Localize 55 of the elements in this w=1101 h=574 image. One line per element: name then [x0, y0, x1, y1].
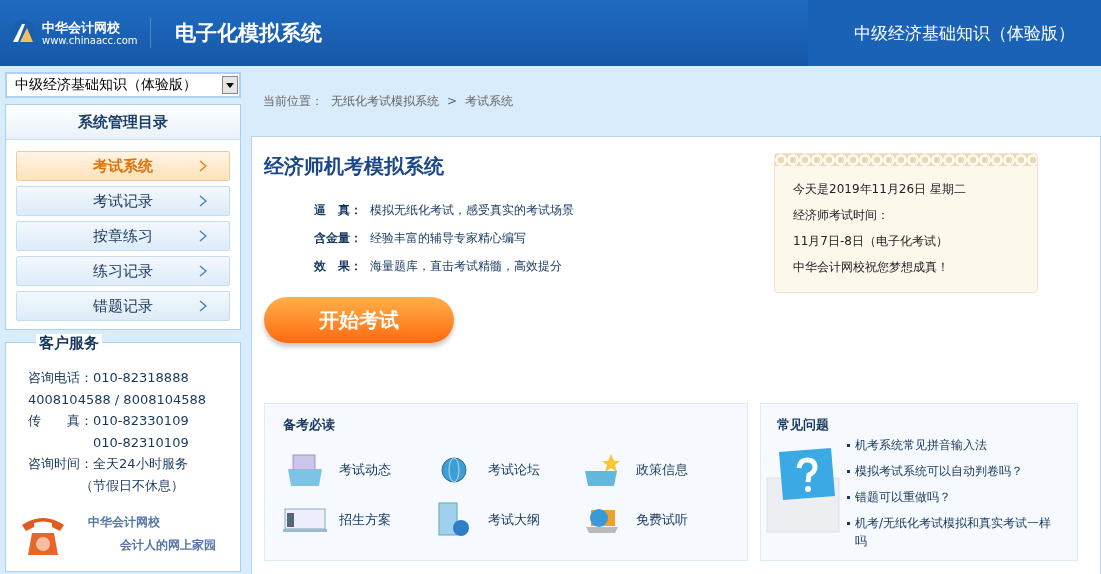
- reading-title: 备考必读: [283, 416, 336, 434]
- school-name: 中华会计网校: [88, 513, 161, 531]
- logo-url: www.chinaacc.com: [42, 34, 138, 47]
- slogan: 会计人的网上家园: [119, 536, 216, 554]
- service-title: 客户服务: [36, 334, 102, 353]
- certificate-icon: [283, 505, 327, 535]
- chevron-right-icon: [199, 265, 207, 277]
- bullet-icon: [847, 496, 850, 499]
- chevron-right-icon: [199, 160, 207, 172]
- feature-label: 含金量：: [314, 230, 363, 247]
- feature-text: 海量题库，直击考试精髓，高效提分: [370, 258, 562, 275]
- breadcrumb-label: 当前位置：: [263, 92, 323, 110]
- contact-line: （节假日不休息）: [79, 476, 185, 495]
- subject-title: 中级经济基础知识（体验版）: [808, 0, 1101, 66]
- logo-name: 中华会计网校: [42, 19, 121, 35]
- chevron-right-icon: [199, 230, 207, 242]
- contact-line: 传 真：010-82330109: [28, 412, 190, 431]
- bullet-icon: [847, 522, 850, 525]
- contact-line: 咨询时间：全天24小时服务: [28, 455, 189, 474]
- reading-link[interactable]: 考试动态: [339, 461, 391, 479]
- chevron-right-icon: [199, 195, 207, 207]
- feature-label: 逼 真：: [314, 202, 363, 219]
- notice-line: 经济师考试时间：: [793, 207, 890, 224]
- notice-line: 11月7日-8日（电子化考试）: [793, 233, 949, 250]
- feature-label: 效 果：: [314, 258, 363, 275]
- subject-select[interactable]: 中级经济基础知识（体验版）: [5, 72, 241, 98]
- bullet-icon: [847, 470, 850, 473]
- notice-line: 中华会计网校祝您梦想成真！: [793, 259, 950, 276]
- feature-text: 模拟无纸化考试，感受真实的考试场景: [370, 202, 574, 219]
- reading-link[interactable]: 招生方案: [339, 511, 391, 529]
- menu-item[interactable]: 错题记录: [16, 291, 230, 321]
- contact-line: 010-82310109: [92, 433, 190, 452]
- faq-link[interactable]: 模拟考试系统可以自动判卷吗？: [855, 462, 1023, 480]
- reading-link[interactable]: 考试大纲: [487, 511, 540, 529]
- chevron-right-icon: [199, 300, 207, 312]
- menu-item[interactable]: 练习记录: [16, 256, 230, 286]
- menu-item[interactable]: 考试记录: [16, 186, 230, 216]
- reading-link[interactable]: 考试论坛: [487, 461, 540, 479]
- system-title: 电子化模拟系统: [175, 20, 323, 47]
- reading-link[interactable]: 免费试听: [636, 511, 689, 529]
- contact-line: 咨询电话：010-82318888: [28, 369, 190, 387]
- page-title: 经济师机考模拟系统: [264, 153, 445, 180]
- faq-link[interactable]: 机考/无纸化考试模拟和真实考试一样吗: [855, 514, 1061, 550]
- faq-title: 常见问题: [777, 416, 830, 434]
- breadcrumb-link[interactable]: 考试系统: [465, 92, 514, 110]
- breadcrumb-link[interactable]: 无纸化考试模拟系统: [331, 92, 439, 110]
- bullet-icon: [847, 444, 850, 447]
- breadcrumb-separator: >: [447, 94, 458, 108]
- menu-item[interactable]: 按章练习: [16, 221, 230, 251]
- feature-text: 经验丰富的辅导专家精心编写: [370, 230, 526, 247]
- faq-link[interactable]: 错题可以重做吗？: [855, 488, 951, 506]
- reading-link[interactable]: 政策信息: [636, 461, 689, 479]
- contact-line: 4008104588 / 8008104588: [28, 390, 208, 409]
- notice-line: 今天是2019年11月26日 星期二: [793, 181, 967, 198]
- faq-link[interactable]: 机考系统常见拼音输入法: [855, 436, 987, 454]
